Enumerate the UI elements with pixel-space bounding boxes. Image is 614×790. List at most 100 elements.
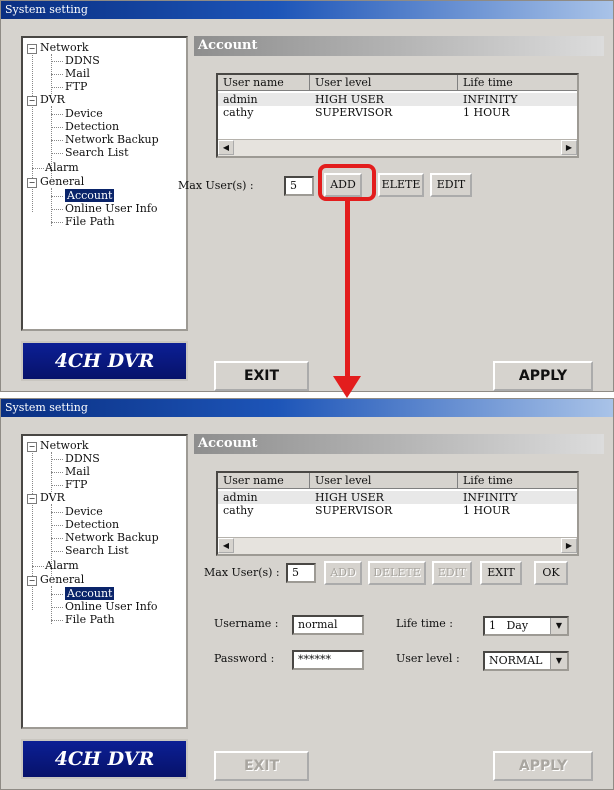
scroll-right-icon[interactable]: ▶ (561, 140, 577, 155)
tree-item-device[interactable]: Device (65, 505, 103, 518)
tree-connector (51, 209, 63, 210)
scroll-left-icon[interactable]: ◀ (218, 538, 234, 553)
tree-item-alarm[interactable]: Alarm (45, 161, 79, 174)
tree-item-online-user-info[interactable]: Online User Info (65, 600, 158, 613)
horizontal-scrollbar[interactable]: ◀ ▶ (218, 537, 577, 554)
table-cell: admin (223, 491, 258, 504)
tree-item-ddns[interactable]: DDNS (65, 452, 100, 465)
tree-connector (51, 459, 63, 460)
add-button[interactable]: ADD (324, 561, 362, 585)
scroll-right-icon[interactable]: ▶ (561, 538, 577, 553)
column-header-life-time[interactable]: Life time (458, 473, 577, 489)
column-header-life-time[interactable]: Life time (458, 75, 577, 91)
scroll-left-icon[interactable]: ◀ (218, 140, 234, 155)
tree-item-ftp[interactable]: FTP (65, 478, 87, 491)
window-titlebar: System setting (1, 1, 613, 19)
edit-button[interactable]: EDIT (430, 173, 472, 197)
tree-item-detection[interactable]: Detection (65, 120, 119, 133)
system-setting-window-before: System setting − Network DDNS Mail FTP −… (0, 0, 614, 392)
username-label: Username : (214, 617, 279, 630)
account-panel: Account User name User level Life time a… (178, 36, 604, 331)
exit-button[interactable]: EXIT (214, 751, 309, 781)
tree-connector (51, 222, 63, 223)
column-header-user-name[interactable]: User name (218, 75, 310, 91)
tree-connector (32, 52, 33, 212)
table-cell: HIGH USER (315, 93, 384, 106)
apply-button[interactable]: APPLY (493, 751, 593, 781)
collapse-network-icon[interactable]: − (27, 442, 37, 452)
lifetime-select[interactable]: 1 Day ▼ (483, 616, 569, 636)
window-titlebar: System setting (1, 399, 613, 417)
max-users-input[interactable]: 5 (286, 563, 316, 583)
annotation-arrow-icon (333, 376, 361, 398)
tree-item-dvr[interactable]: DVR (40, 491, 65, 504)
ok-button[interactable]: OK (534, 561, 568, 585)
table-cell: 1 HOUR (463, 106, 510, 119)
add-highlight-annotation (318, 164, 376, 201)
tree-item-search-list[interactable]: Search List (65, 146, 129, 159)
tree-connector (51, 594, 63, 595)
chevron-down-icon[interactable]: ▼ (550, 618, 567, 634)
tree-item-network-backup[interactable]: Network Backup (65, 531, 159, 544)
table-cell: cathy (223, 106, 254, 119)
tree-connector (51, 74, 63, 75)
table-row[interactable] (218, 93, 577, 106)
tree-item-alarm[interactable]: Alarm (45, 559, 79, 572)
tree-item-network-backup[interactable]: Network Backup (65, 133, 159, 146)
tree-item-dvr[interactable]: DVR (40, 93, 65, 106)
delete-button[interactable]: ELETE (378, 173, 424, 197)
column-header-user-level[interactable]: User level (310, 75, 458, 91)
horizontal-scrollbar[interactable]: ◀ ▶ (218, 139, 577, 156)
section-title: Account (194, 36, 604, 56)
edit-button[interactable]: EDIT (432, 561, 472, 585)
tree-item-file-path[interactable]: File Path (65, 613, 115, 626)
tree-item-ddns[interactable]: DDNS (65, 54, 100, 67)
settings-tree: − Network DDNS Mail FTP − DVR Device Det… (21, 434, 188, 729)
password-label: Password : (214, 652, 275, 665)
table-cell: cathy (223, 504, 254, 517)
userlevel-select[interactable]: NORMAL ▼ (483, 651, 569, 671)
tree-item-mail[interactable]: Mail (65, 67, 90, 80)
tree-item-device[interactable]: Device (65, 107, 103, 120)
section-title: Account (194, 434, 604, 454)
column-header-user-name[interactable]: User name (218, 473, 310, 489)
tree-item-detection[interactable]: Detection (65, 518, 119, 531)
tree-connector (51, 61, 63, 62)
collapse-dvr-icon[interactable]: − (27, 96, 37, 106)
collapse-general-icon[interactable]: − (27, 576, 37, 586)
tree-connector (51, 620, 63, 621)
delete-button[interactable]: DELETE (368, 561, 426, 585)
tree-item-general[interactable]: General (40, 573, 84, 586)
tree-item-search-list[interactable]: Search List (65, 544, 129, 557)
tree-item-ftp[interactable]: FTP (65, 80, 87, 93)
username-input[interactable]: normal (292, 615, 364, 635)
table-cell: INFINITY (463, 93, 518, 106)
tree-connector (51, 114, 63, 115)
password-input[interactable]: ****** (292, 650, 364, 670)
table-row[interactable] (218, 491, 577, 504)
column-header-user-level[interactable]: User level (310, 473, 458, 489)
tree-connector (51, 538, 63, 539)
chevron-down-icon[interactable]: ▼ (550, 653, 567, 669)
tree-connector (51, 586, 52, 624)
tree-connector (51, 87, 63, 88)
tree-item-file-path[interactable]: File Path (65, 215, 115, 228)
collapse-network-icon[interactable]: − (27, 44, 37, 54)
tree-connector (51, 607, 63, 608)
tree-item-mail[interactable]: Mail (65, 465, 90, 478)
tree-item-network[interactable]: Network (40, 41, 89, 54)
exit-button[interactable]: EXIT (214, 361, 309, 391)
dvr-brand-logo: 4CH DVR (21, 739, 188, 779)
tree-item-general[interactable]: General (40, 175, 84, 188)
tree-item-network[interactable]: Network (40, 439, 89, 452)
tree-item-account[interactable]: Account (65, 189, 115, 202)
collapse-general-icon[interactable]: − (27, 178, 37, 188)
apply-button[interactable]: APPLY (493, 361, 593, 391)
userlevel-label: User level : (396, 652, 460, 665)
max-users-input[interactable]: 5 (284, 176, 314, 196)
collapse-dvr-icon[interactable]: − (27, 494, 37, 504)
tree-item-online-user-info[interactable]: Online User Info (65, 202, 158, 215)
tree-item-account[interactable]: Account (65, 587, 115, 600)
user-table: User name User level Life time admin HIG… (216, 73, 579, 158)
exit-form-button[interactable]: EXIT (480, 561, 522, 585)
